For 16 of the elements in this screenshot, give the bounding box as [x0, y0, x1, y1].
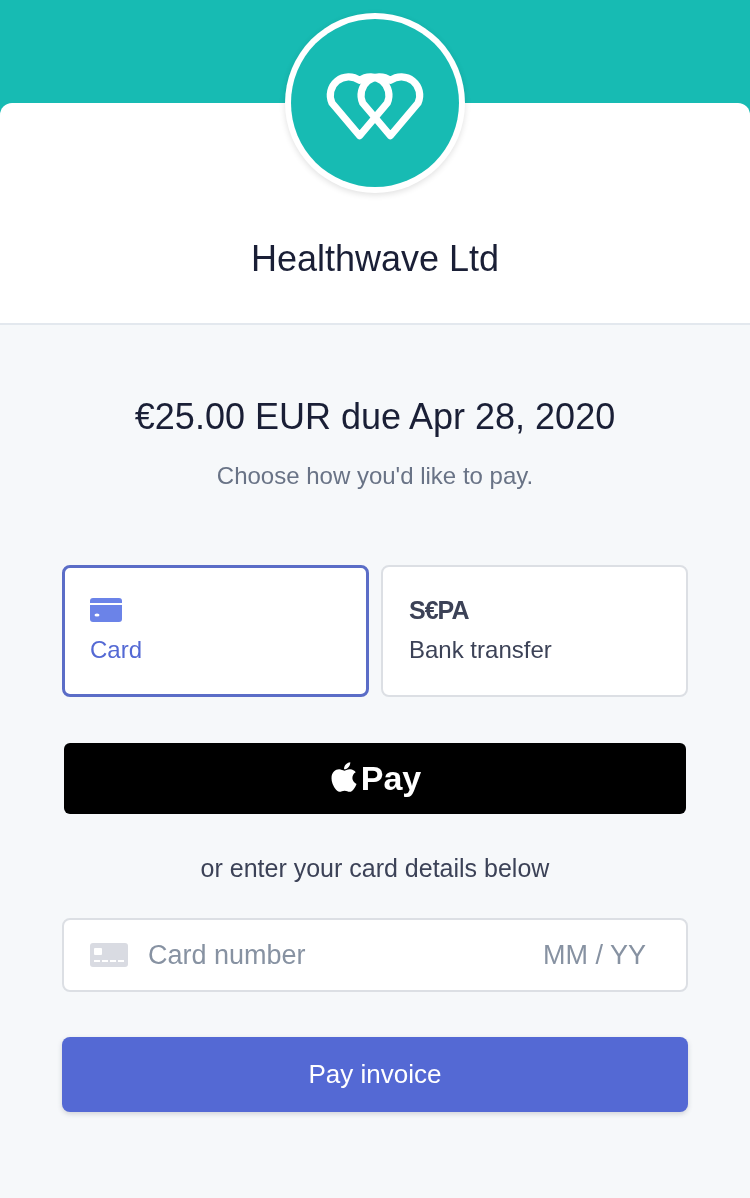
divider-text: or enter your card details below — [200, 853, 550, 883]
payment-prompt: Choose how you'd like to pay. — [216, 461, 534, 491]
payment-method-label: Bank transfer — [409, 635, 552, 665]
amount-due: €25.00 EUR due Apr 28, 2020 — [134, 395, 616, 439]
sepa-logo: S€PA — [409, 597, 469, 623]
payment-method-label: Card — [90, 635, 143, 665]
pay-invoice-button[interactable]: Pay invoice — [62, 1037, 688, 1112]
payment-method-tab[interactable]: S€PA Bank transfer — [381, 565, 688, 697]
apple-pay-button[interactable]: Pay — [64, 743, 686, 814]
payment-method-tab[interactable]: Card — [62, 565, 369, 697]
expiry-input[interactable]: MM / YY — [534, 934, 646, 976]
merchant-name: Healthwave Ltd — [250, 237, 500, 281]
card-number-input[interactable]: Card number — [148, 934, 514, 976]
credit-card-icon — [90, 943, 128, 967]
card-details-field[interactable]: Card number MM / YY — [62, 918, 688, 992]
credit-card-icon — [90, 598, 122, 622]
